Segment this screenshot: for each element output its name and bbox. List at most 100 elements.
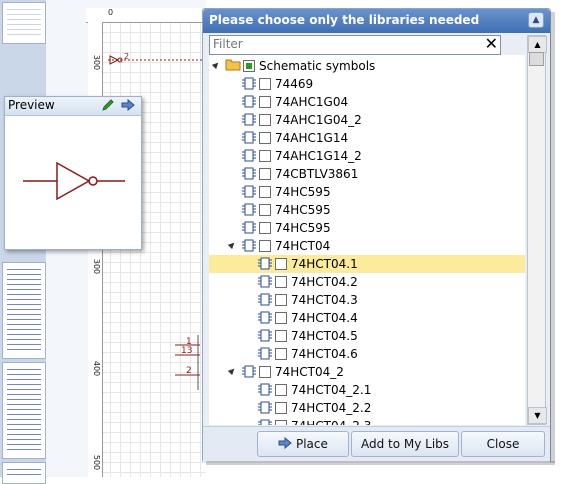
tree-row-label: 74HCT04_2.1 bbox=[291, 383, 372, 397]
component-icon bbox=[257, 310, 273, 325]
tree-row[interactable]: 74HC595 bbox=[209, 201, 525, 219]
tree-row[interactable]: 74HC595 bbox=[209, 219, 525, 237]
component-icon bbox=[241, 220, 257, 235]
library-checkbox[interactable] bbox=[275, 276, 287, 288]
tree-row-label: 74HC595 bbox=[275, 203, 331, 217]
library-checkbox[interactable] bbox=[259, 114, 271, 126]
arrow-right-icon[interactable] bbox=[121, 98, 135, 115]
page-thumbnail[interactable] bbox=[2, 2, 46, 44]
library-tree[interactable]: ▲ Schematic symbols 74469 74AHC1G04 74AHC1G0… bbox=[209, 55, 525, 425]
library-checkbox[interactable] bbox=[259, 204, 271, 216]
library-checkbox[interactable] bbox=[259, 150, 271, 162]
tree-row[interactable]: 74AHC1G14_2 bbox=[209, 147, 525, 165]
component-icon bbox=[241, 112, 257, 127]
tree-row[interactable]: 74HCT04.1 bbox=[209, 255, 525, 273]
tree-row-label: 74HCT04_2 bbox=[275, 365, 344, 379]
tree-row[interactable]: 74HCT04_2.1 bbox=[209, 381, 525, 399]
place-button[interactable]: Place bbox=[257, 431, 349, 457]
page-thumbnail[interactable] bbox=[2, 262, 46, 359]
tree-row-label: 74AHC1G14_2 bbox=[275, 149, 362, 163]
scroll-up-button[interactable]: ▲ bbox=[528, 36, 547, 53]
component-icon bbox=[257, 418, 273, 425]
library-checkbox[interactable] bbox=[275, 402, 287, 414]
library-checkbox[interactable] bbox=[275, 384, 287, 396]
library-checkbox[interactable] bbox=[275, 258, 287, 270]
library-checkbox[interactable] bbox=[259, 168, 271, 180]
tree-row[interactable]: 74469 bbox=[209, 75, 525, 93]
inverter-symbol bbox=[23, 161, 125, 201]
tree-scrollbar[interactable]: ▲ ▼ bbox=[527, 35, 547, 425]
chevron-up-icon[interactable]: ▲ bbox=[528, 12, 544, 28]
expand-toggle-icon[interactable]: ▲ bbox=[211, 59, 224, 72]
library-checkbox[interactable] bbox=[259, 240, 271, 252]
expand-toggle-icon[interactable]: ▲ bbox=[227, 239, 240, 252]
pin-label: 2 bbox=[186, 366, 192, 376]
library-chooser-dialog: Please choose only the libraries needed … bbox=[202, 8, 551, 463]
place-label: Place bbox=[295, 437, 328, 451]
component-icon bbox=[257, 382, 273, 397]
tree-folder-row[interactable]: ▲ Schematic symbols bbox=[209, 57, 525, 75]
component-icon bbox=[241, 166, 257, 181]
tree-row[interactable]: 74AHC1G04 bbox=[209, 93, 525, 111]
preview-header: Preview bbox=[5, 97, 141, 116]
tree-row-label: 74AHC1G04_2 bbox=[275, 113, 362, 127]
clear-filter-icon[interactable]: ✕ bbox=[485, 34, 498, 53]
tree-row-label: 74HC595 bbox=[275, 221, 331, 235]
tree-row[interactable]: 74HCT04.2 bbox=[209, 273, 525, 291]
component-icon bbox=[241, 202, 257, 217]
dialog-title: Please choose only the libraries needed bbox=[209, 13, 480, 27]
folder-icon bbox=[225, 58, 241, 73]
tree-row-label: 74HCT04.6 bbox=[291, 347, 358, 361]
tree-row-label: 74AHC1G04 bbox=[275, 95, 349, 109]
dialog-shadow bbox=[206, 461, 555, 465]
filter-input[interactable] bbox=[210, 36, 486, 52]
tree-row[interactable]: 74HCT04.5 bbox=[209, 327, 525, 345]
library-checkbox[interactable] bbox=[259, 222, 271, 234]
pin-label: 13 bbox=[181, 346, 193, 356]
library-checkbox[interactable] bbox=[259, 78, 271, 90]
component-icon bbox=[257, 328, 273, 343]
library-checkbox[interactable] bbox=[259, 96, 271, 108]
library-checkbox[interactable] bbox=[275, 348, 287, 360]
dialog-shadow bbox=[550, 12, 555, 463]
filter-box: ✕ bbox=[209, 34, 501, 55]
component-icon bbox=[241, 148, 257, 163]
tree-row-label: 74AHC1G14 bbox=[275, 131, 349, 145]
tree-row-label: 74HCT04.4 bbox=[291, 311, 358, 325]
page-thumbnail[interactable] bbox=[2, 462, 46, 484]
tree-row[interactable]: ▲ 74HCT04 bbox=[209, 237, 525, 255]
library-checkbox[interactable] bbox=[259, 132, 271, 144]
tree-row[interactable]: 74CBTLV3861 bbox=[209, 165, 525, 183]
library-checkbox[interactable] bbox=[275, 330, 287, 342]
pencil-icon[interactable] bbox=[101, 98, 115, 115]
library-checkbox[interactable] bbox=[275, 420, 287, 425]
arrow-right-icon bbox=[278, 436, 292, 450]
page-thumbnail[interactable] bbox=[2, 362, 46, 459]
library-checkbox[interactable] bbox=[259, 366, 271, 378]
close-button[interactable]: Close bbox=[461, 431, 545, 457]
tree-row[interactable]: 74AHC1G14 bbox=[209, 129, 525, 147]
tree-row-label: 74CBTLV3861 bbox=[275, 167, 359, 181]
tree-row[interactable]: 74AHC1G04_2 bbox=[209, 111, 525, 129]
library-checkbox[interactable] bbox=[275, 294, 287, 306]
tree-row[interactable]: 74HCT04_2.2 bbox=[209, 399, 525, 417]
ruler-label: 0 bbox=[108, 8, 114, 17]
library-checkbox[interactable] bbox=[259, 186, 271, 198]
library-checkbox[interactable] bbox=[243, 60, 255, 72]
library-checkbox[interactable] bbox=[275, 312, 287, 324]
scroll-down-button[interactable]: ▼ bbox=[528, 407, 547, 424]
tree-row-label: 74HCT04_2.3 bbox=[291, 419, 371, 425]
component-icon bbox=[257, 292, 273, 307]
tree-row[interactable]: 74HCT04.6 bbox=[209, 345, 525, 363]
tree-row[interactable]: ▲ 74HCT04_2 bbox=[209, 363, 525, 381]
expand-toggle-icon[interactable]: ▲ bbox=[227, 365, 240, 378]
dialog-header: Please choose only the libraries needed … bbox=[203, 9, 550, 33]
tree-row[interactable]: 74HCT04.4 bbox=[209, 309, 525, 327]
tree-row-label: 74469 bbox=[275, 77, 314, 91]
component-icon bbox=[257, 400, 273, 415]
tree-row[interactable]: 74HCT04.3 bbox=[209, 291, 525, 309]
tree-row[interactable]: 74HCT04_2.3 bbox=[209, 417, 525, 425]
tree-row[interactable]: 74HC595 bbox=[209, 183, 525, 201]
scroll-thumb[interactable] bbox=[529, 52, 544, 66]
add-to-my-libs-button[interactable]: Add to My Libs bbox=[351, 431, 459, 457]
